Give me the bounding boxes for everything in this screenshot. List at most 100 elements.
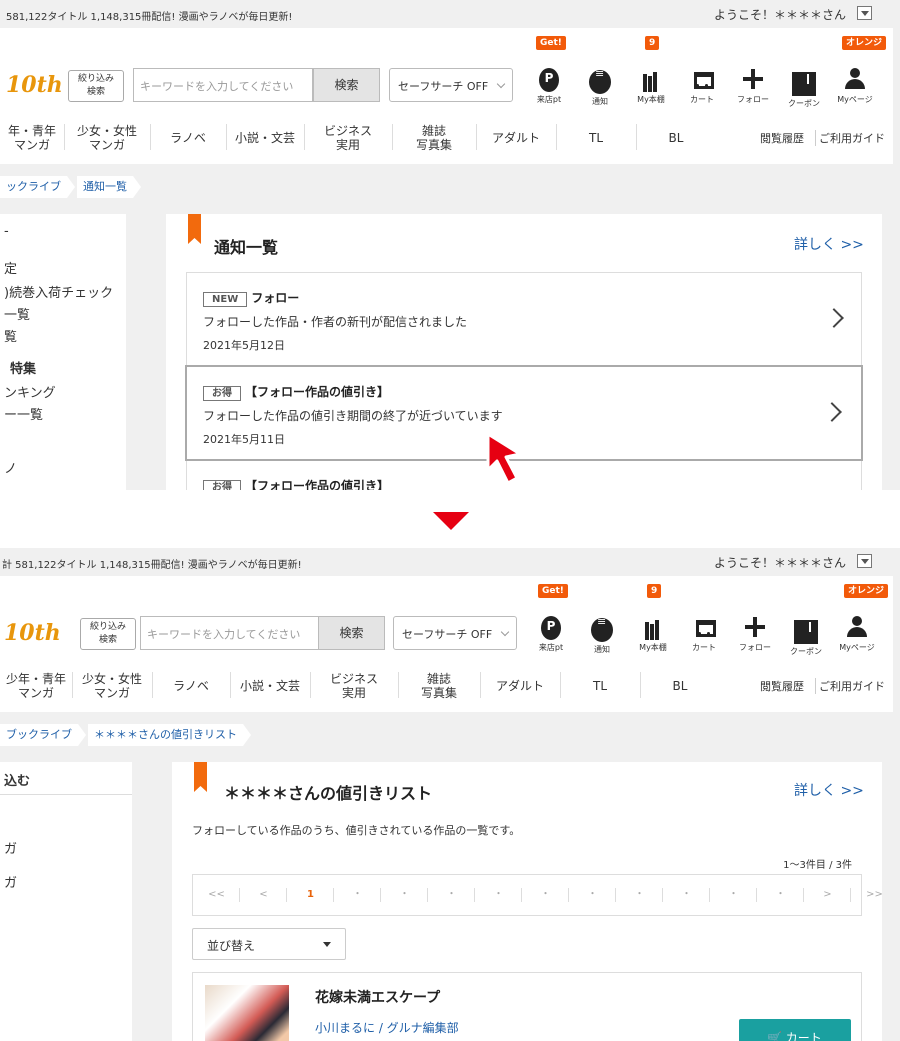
nav-item[interactable]: ビジネス 実用 [310,664,398,708]
notification-item[interactable]: NEW フォロー フォローした作品・作者の新刊が配信されました 2021年5月12… [187,273,863,365]
header-icon-user[interactable]: Myページ [830,68,880,108]
notification-item[interactable]: お得 【フォロー作品の値引き】 [187,461,863,490]
pager-item[interactable]: ・ [334,875,381,915]
nav-item[interactable]: 少女・女性 マンガ [72,664,152,708]
sidebar-item[interactable]: 込む [4,770,30,789]
sidebar-item[interactable]: 覧 [4,326,17,345]
breadcrumb-current[interactable]: 通知一覧 [77,176,141,198]
point-icon: P [539,68,559,92]
sidebar-item[interactable]: 一覧 [4,304,30,323]
pager-item[interactable]: 1 [287,875,334,915]
header-icon-cart[interactable]: カート [679,616,729,656]
header-icon-bookshelf[interactable]: My本棚 [626,68,676,108]
badge-0: Get! [538,584,568,598]
more-link[interactable]: 詳しく >> [794,780,864,800]
sidebar-item[interactable]: )続巻入荷チェック [4,282,113,301]
nav-item[interactable]: 少女・女性 マンガ [64,116,150,160]
nav-item[interactable]: 年・青年 マンガ [0,116,64,160]
breadcrumb: ブックライブ ＊＊＊＊さんの値引きリスト [0,724,253,746]
notification-item-selected[interactable]: お得 【フォロー作品の値引き】 フォローした作品の値引き期間の終了が近づいています… [185,365,863,461]
badge-6: オレンジ [844,584,889,598]
breadcrumb-current[interactable]: ＊＊＊＊さんの値引きリスト [88,724,251,746]
sidebar-item[interactable]: ガ [4,872,17,891]
header-icon-point[interactable]: P 来店pt [524,68,574,108]
nav-item[interactable]: アダルト [480,664,560,708]
pager-item[interactable]: ・ [569,875,616,915]
header-icon-chat-bubble[interactable]: 通知 [577,615,627,656]
pager-item[interactable]: ・ [522,875,569,915]
header-icon-point[interactable]: P 来店pt [526,616,576,656]
pager-item[interactable]: ・ [475,875,522,915]
breadcrumb-home[interactable]: ブックライブ [0,724,86,746]
pager-item[interactable]: ・ [428,875,475,915]
more-link[interactable]: 詳しく >> [794,234,864,254]
guide-link[interactable]: ご利用ガイド [815,678,885,694]
book-cover-image[interactable] [205,985,289,1041]
sidebar-item[interactable]: - [4,224,9,239]
pager-item[interactable]: ・ [616,875,663,915]
welcome-dropdown-icon[interactable] [857,554,872,568]
sort-select[interactable]: 並び替え [192,928,346,960]
pager-item[interactable]: > [804,875,851,915]
header-icon-plus[interactable]: フォロー [728,68,778,108]
add-to-cart-button[interactable]: 🛒 カート [739,1019,851,1041]
sidebar-item[interactable]: ノ [4,458,17,477]
search-input[interactable]: キーワードを入力してください [140,616,320,650]
header-icon-plus[interactable]: フォロー [730,616,780,656]
guide-link[interactable]: ご利用ガイド [815,130,885,146]
welcome-dropdown-icon[interactable] [857,6,872,20]
nav-item[interactable]: 小説・文芸 [226,116,304,160]
header-icon-coupon[interactable]: クーポン [779,68,829,108]
sidebar-item[interactable]: 定 [4,258,17,277]
header-icon-coupon[interactable]: クーポン [781,616,831,656]
pager-item[interactable]: ・ [757,875,804,915]
nav-divider [152,672,153,698]
sidebar-item[interactable]: 特集 [10,358,36,377]
nav-item[interactable]: BL [640,664,720,708]
book-author[interactable]: 小川まるに / グルナ編集部 [315,1019,459,1036]
nav-item[interactable]: ビジネス 実用 [304,116,392,160]
chevron-right-icon [824,308,844,328]
nav-item[interactable]: TL [560,664,640,708]
nav-item[interactable]: 雑誌 写真集 [392,116,476,160]
pager-item[interactable]: << [193,875,240,915]
pager-item[interactable]: >> [851,875,882,915]
nav-item[interactable]: TL [556,116,636,160]
sidebar-item[interactable]: ガ [4,838,17,857]
search-button[interactable]: 検索 [313,68,380,102]
header-icon-user[interactable]: Myページ [832,616,882,656]
nav-item[interactable]: ラノベ [152,664,230,708]
history-link[interactable]: 閲覧履歴 [760,130,804,146]
sidebar-item[interactable]: ー一覧 [4,404,43,423]
nav-item[interactable]: 小説・文芸 [230,664,310,708]
safe-search-select[interactable]: セーフサーチ OFF [393,616,517,650]
header-icon-chat-bubble[interactable]: 通知 [575,67,625,108]
nav-item[interactable]: ラノベ [150,116,226,160]
nav-item[interactable]: 少年・青年 マンガ [0,664,72,708]
filter-search-button[interactable]: 絞り込み 検索 [80,618,136,650]
title-count: 計 581,122タイトル 1,148,315冊配信! 漫画やラノベが毎日更新! [2,560,302,571]
pager-item[interactable]: ・ [663,875,710,915]
site-logo[interactable]: 10th [6,72,63,98]
breadcrumb-home[interactable]: ックライブ [0,176,75,198]
search-button[interactable]: 検索 [318,616,385,650]
notification-title: 【フォロー作品の値引き】 [245,479,390,490]
history-link[interactable]: 閲覧履歴 [760,678,804,694]
header-icon-cart[interactable]: カート [677,68,727,108]
site-header: 10th 絞り込み 検索 キーワードを入力してください 検索 セーフサーチ OF… [0,576,893,712]
sidebar-item[interactable]: ンキング [4,382,56,401]
book-title[interactable]: 花嫁未満エスケープ [315,987,440,1007]
search-input[interactable]: キーワードを入力してください [133,68,313,102]
pager-item[interactable]: ・ [710,875,757,915]
nav-item[interactable]: 雑誌 写真集 [398,664,480,708]
chat-bubble-icon [591,615,613,642]
safe-search-select[interactable]: セーフサーチ OFF [389,68,513,102]
nav-item[interactable]: BL [636,116,716,160]
header-icon-label: 通知 [592,97,608,106]
pager-item[interactable]: < [240,875,287,915]
pager-item[interactable]: ・ [381,875,428,915]
filter-search-button[interactable]: 絞り込み 検索 [68,70,124,102]
nav-item[interactable]: アダルト [476,116,556,160]
header-icon-bookshelf[interactable]: My本棚 [628,616,678,656]
site-logo[interactable]: 10th [4,620,61,646]
